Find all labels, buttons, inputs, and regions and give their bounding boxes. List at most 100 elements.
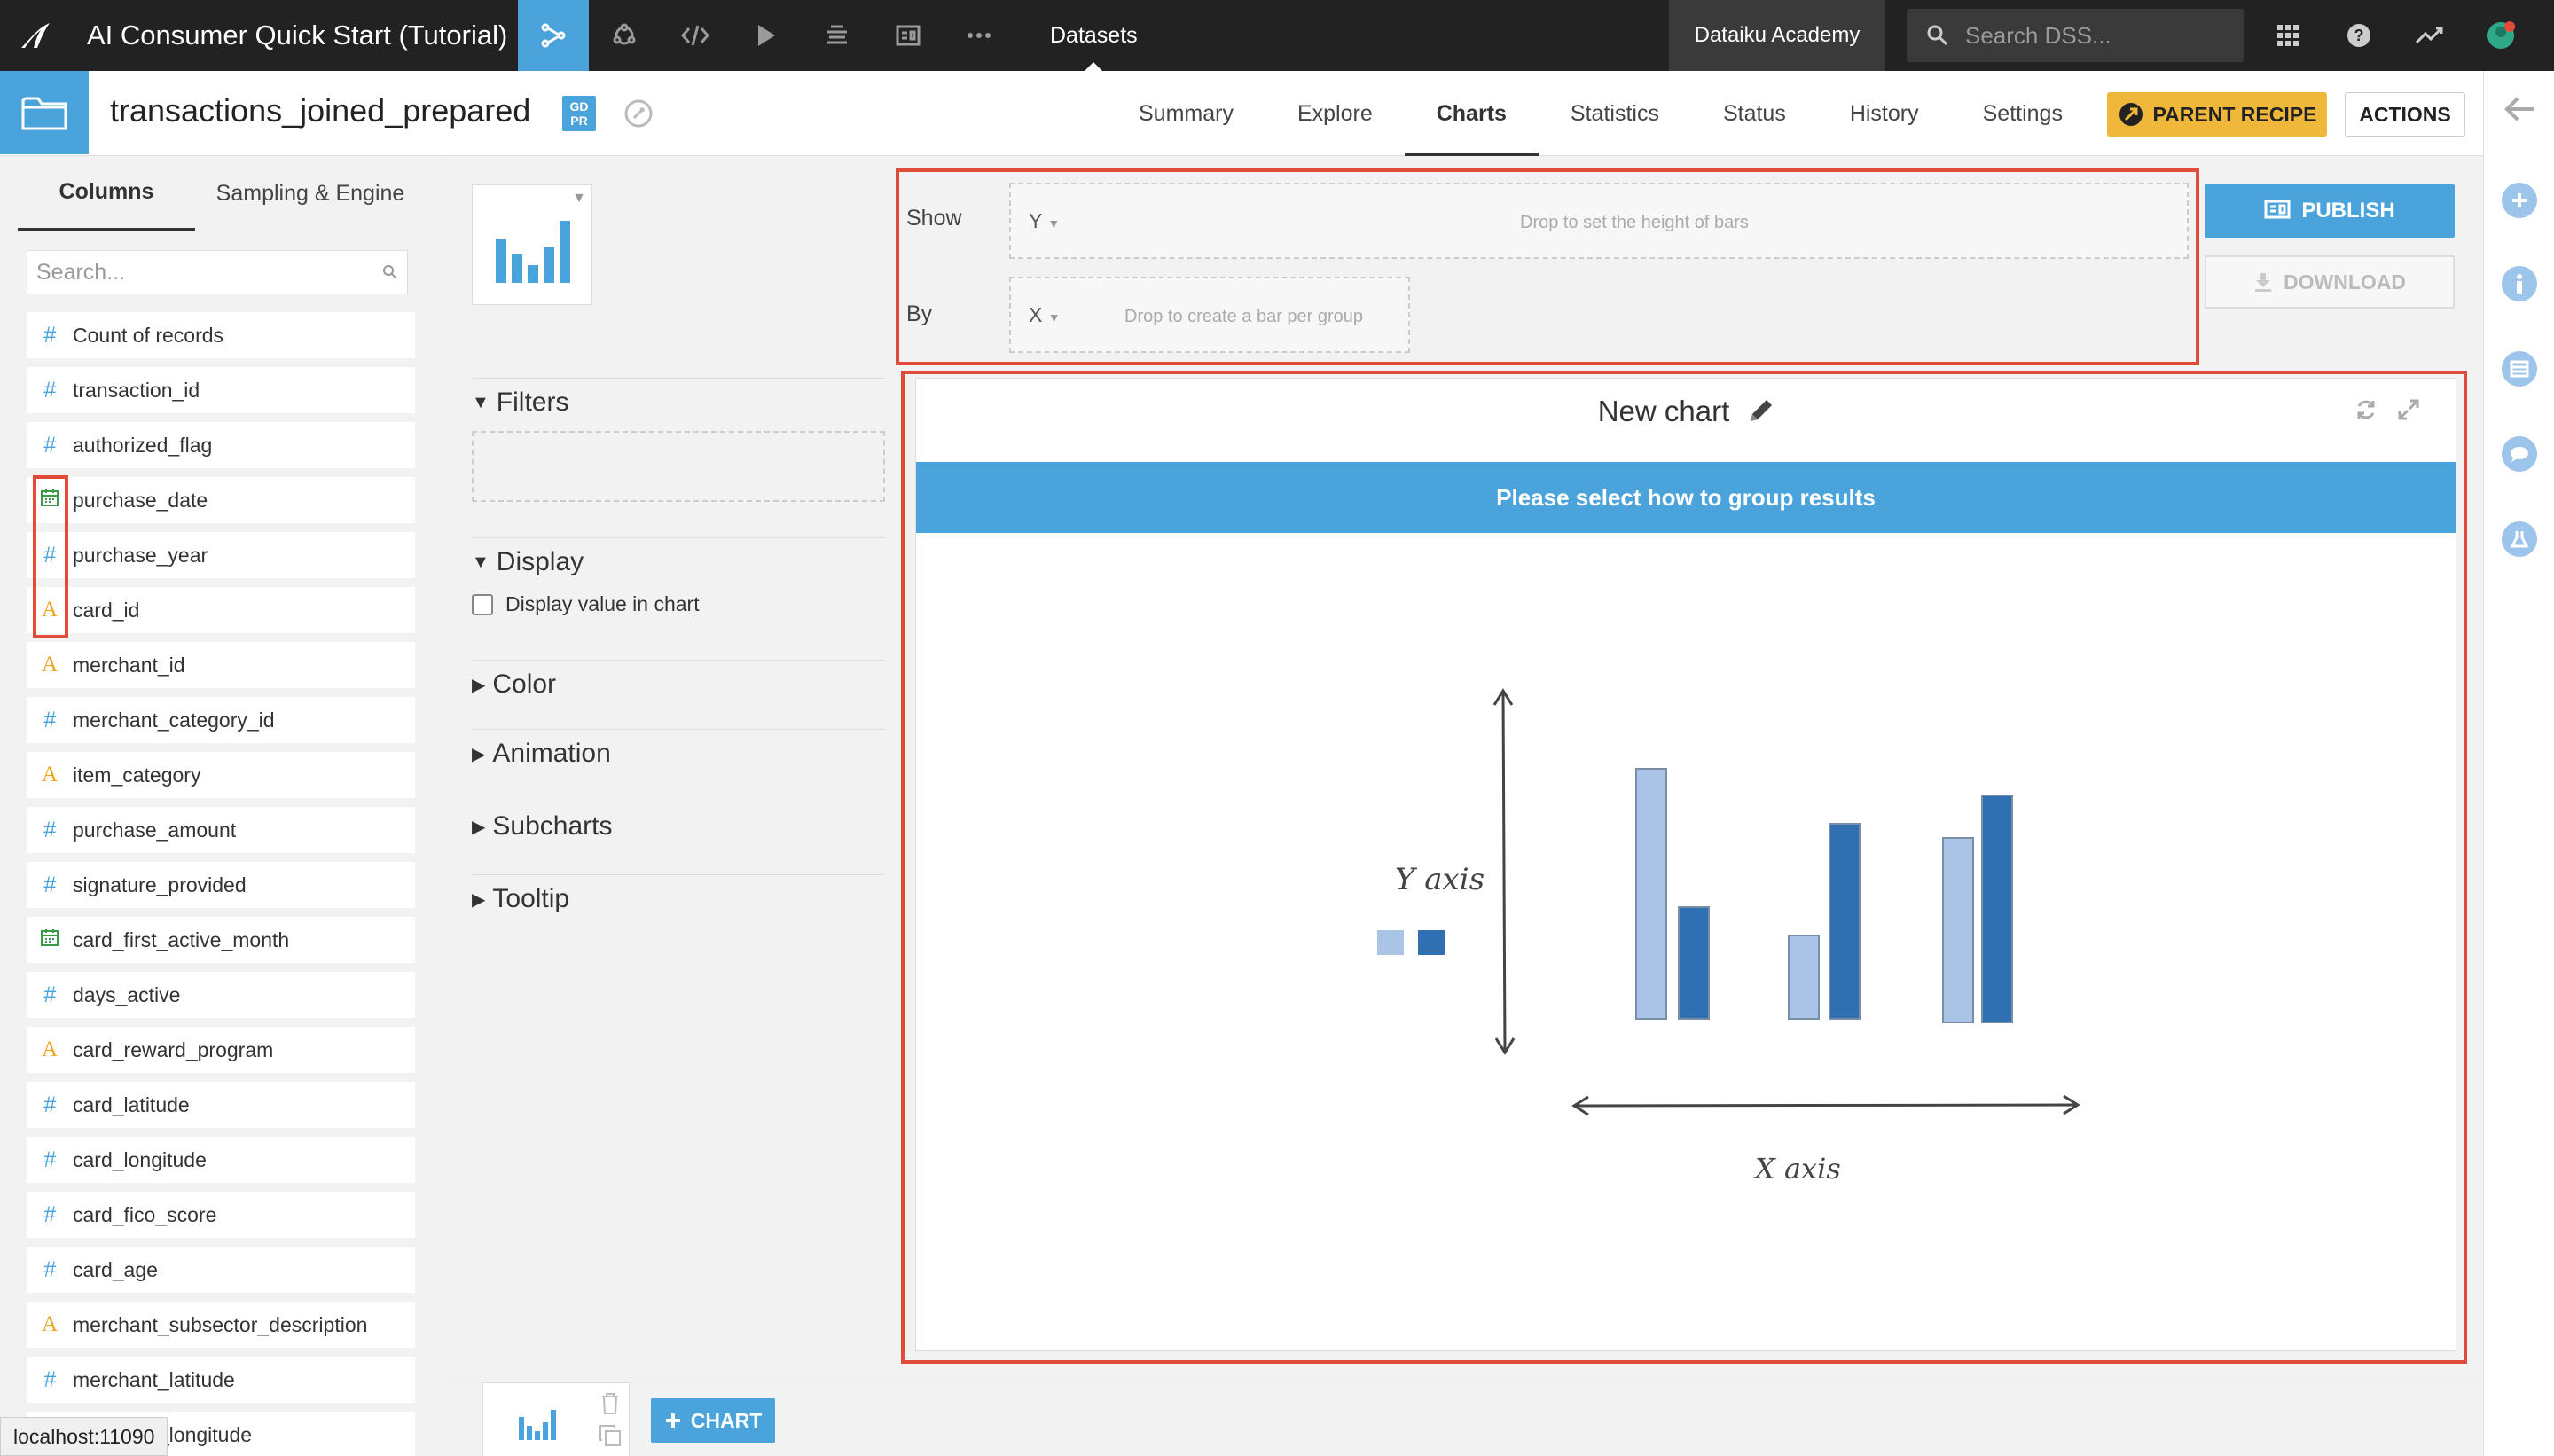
svg-text:?: ? [2354, 27, 2364, 44]
display-value-option[interactable]: Display value in chart [472, 592, 700, 616]
column-item[interactable]: Amerchant_id [27, 642, 415, 688]
x-axis-sketch-label: X axis [1752, 1152, 1841, 1186]
display-value-label: Display value in chart [505, 592, 700, 615]
column-item[interactable]: Aitem_category [27, 752, 415, 798]
analysis-icon[interactable] [589, 0, 660, 71]
column-item[interactable]: # signature_provided [27, 862, 415, 908]
tab-columns[interactable]: Columns [18, 156, 195, 231]
tooltip-section[interactable]: ▶ Tooltip [472, 874, 885, 914]
add-chart-button[interactable]: CHART [651, 1398, 775, 1443]
refresh-icon[interactable] [2354, 398, 2378, 421]
run-icon[interactable] [731, 0, 802, 71]
column-item[interactable]: # card_longitude [27, 1137, 415, 1183]
dashboard-icon[interactable] [873, 0, 944, 71]
more-icon[interactable] [944, 0, 1015, 71]
dataset-status-icon[interactable] [623, 98, 654, 129]
academy-link[interactable]: Dataiku Academy [1669, 0, 1885, 71]
column-name: card_id [73, 598, 140, 622]
schema-icon[interactable] [2502, 351, 2537, 387]
chart-title[interactable]: New chart [1598, 395, 1730, 428]
column-item[interactable]: # merchant_category_id [27, 697, 415, 743]
y-axis-selector[interactable]: Y ▼ [1029, 209, 1060, 233]
tab-sampling-engine[interactable]: Sampling & Engine [195, 156, 426, 231]
numeric-type-icon: # [43, 432, 56, 458]
column-item[interactable]: # card_latitude [27, 1082, 415, 1128]
numeric-type-icon: # [43, 377, 56, 403]
help-icon[interactable]: ? [2323, 0, 2394, 71]
column-name: purchase_date [73, 488, 208, 512]
add-icon[interactable] [2502, 183, 2537, 218]
filters-section[interactable]: ▼ Filters [472, 378, 885, 418]
tab-statistics[interactable]: Statistics [1539, 71, 1691, 156]
expand-icon[interactable] [2397, 398, 2420, 421]
y-axis-drop-zone[interactable]: Y ▼ Drop to set the height of bars [1009, 183, 2189, 259]
column-item[interactable]: # card_fico_score [27, 1192, 415, 1238]
pencil-icon[interactable] [1745, 396, 1775, 427]
delete-icon[interactable] [600, 1392, 620, 1415]
subcharts-section[interactable]: ▶ Subcharts [472, 802, 885, 842]
column-item[interactable]: Acard_id [27, 587, 415, 633]
chart-tabs-strip: CHART [443, 1382, 2483, 1456]
dataset-name[interactable]: transactions_joined_prepared [110, 92, 530, 129]
column-item[interactable]: # merchant_latitude [27, 1357, 415, 1403]
parent-recipe-button[interactable]: PARENT RECIPE [2107, 92, 2327, 137]
user-avatar-icon[interactable] [2465, 0, 2536, 71]
dataset-header: transactions_joined_prepared GDPR Summar… [0, 71, 2483, 156]
publish-button[interactable]: PUBLISH [2205, 184, 2455, 238]
column-name: transaction_id [73, 378, 200, 402]
column-item[interactable]: # purchase_amount [27, 807, 415, 853]
column-item[interactable]: purchase_date [27, 477, 415, 523]
actions-button[interactable]: ACTIONS [2345, 92, 2465, 137]
display-value-checkbox[interactable] [472, 593, 493, 615]
column-item[interactable]: Amerchant_subsector_description [27, 1302, 415, 1348]
tab-charts[interactable]: Charts [1404, 71, 1539, 156]
publish-icon [2264, 200, 2291, 219]
column-item[interactable]: # Count of records [27, 312, 415, 358]
column-item[interactable]: # transaction_id [27, 367, 415, 413]
color-section[interactable]: ▶ Color [472, 660, 885, 700]
collapse-arrow-icon[interactable] [2503, 96, 2535, 127]
datasets-menu[interactable]: Datasets [1050, 0, 1138, 71]
column-item[interactable]: Acard_reward_program [27, 1027, 415, 1073]
x-axis-arrow [1571, 1094, 2080, 1116]
column-item[interactable]: # card_age [27, 1247, 415, 1293]
dataiku-logo-icon[interactable] [0, 0, 71, 71]
by-label: By [906, 301, 933, 326]
tab-summary[interactable]: Summary [1107, 71, 1265, 156]
flow-icon[interactable] [518, 0, 589, 71]
column-item[interactable]: # authorized_flag [27, 422, 415, 468]
tab-status[interactable]: Status [1691, 71, 1818, 156]
chart-type-selector[interactable]: ▼ [472, 184, 592, 305]
sketch-bar [1635, 768, 1667, 1020]
deploy-icon[interactable] [802, 0, 873, 71]
x-axis-drop-zone[interactable]: X ▼ Drop to create a bar per group [1009, 277, 1410, 353]
column-name: merchant_category_id [73, 708, 275, 732]
code-icon[interactable] [660, 0, 731, 71]
info-icon[interactable] [2502, 266, 2537, 301]
column-item[interactable]: # purchase_year [27, 532, 415, 578]
duplicate-icon[interactable] [599, 1424, 622, 1447]
activity-icon[interactable] [2394, 0, 2465, 71]
tab-history[interactable]: History [1818, 71, 1951, 156]
animation-section[interactable]: ▶ Animation [472, 729, 885, 769]
download-button[interactable]: DOWNLOAD [2205, 255, 2455, 309]
column-item[interactable]: card_first_active_month [27, 917, 415, 963]
display-section[interactable]: ▼ Display [472, 537, 885, 577]
column-search-input[interactable]: Search... [27, 250, 408, 294]
discussions-icon[interactable] [2502, 436, 2537, 472]
filters-drop-zone[interactable] [472, 431, 885, 502]
column-item[interactable]: # days_active [27, 972, 415, 1018]
sketch-bar [1981, 795, 2013, 1023]
column-name: signature_provided [73, 873, 247, 896]
x-axis-selector[interactable]: X ▼ [1029, 303, 1061, 327]
lab-icon[interactable] [2502, 521, 2537, 557]
global-search-input[interactable]: Search DSS... [1907, 9, 2244, 62]
tab-settings[interactable]: Settings [1951, 71, 2095, 156]
tab-explore[interactable]: Explore [1265, 71, 1405, 156]
column-name: merchant_subsector_description [73, 1312, 368, 1336]
chart-tab-1[interactable] [482, 1382, 630, 1456]
download-label: DOWNLOAD [2284, 270, 2406, 294]
project-title[interactable]: AI Consumer Quick Start (Tutorial) [87, 20, 518, 51]
apps-grid-icon[interactable] [2252, 0, 2323, 71]
gdpr-badge[interactable]: GDPR [562, 96, 596, 131]
